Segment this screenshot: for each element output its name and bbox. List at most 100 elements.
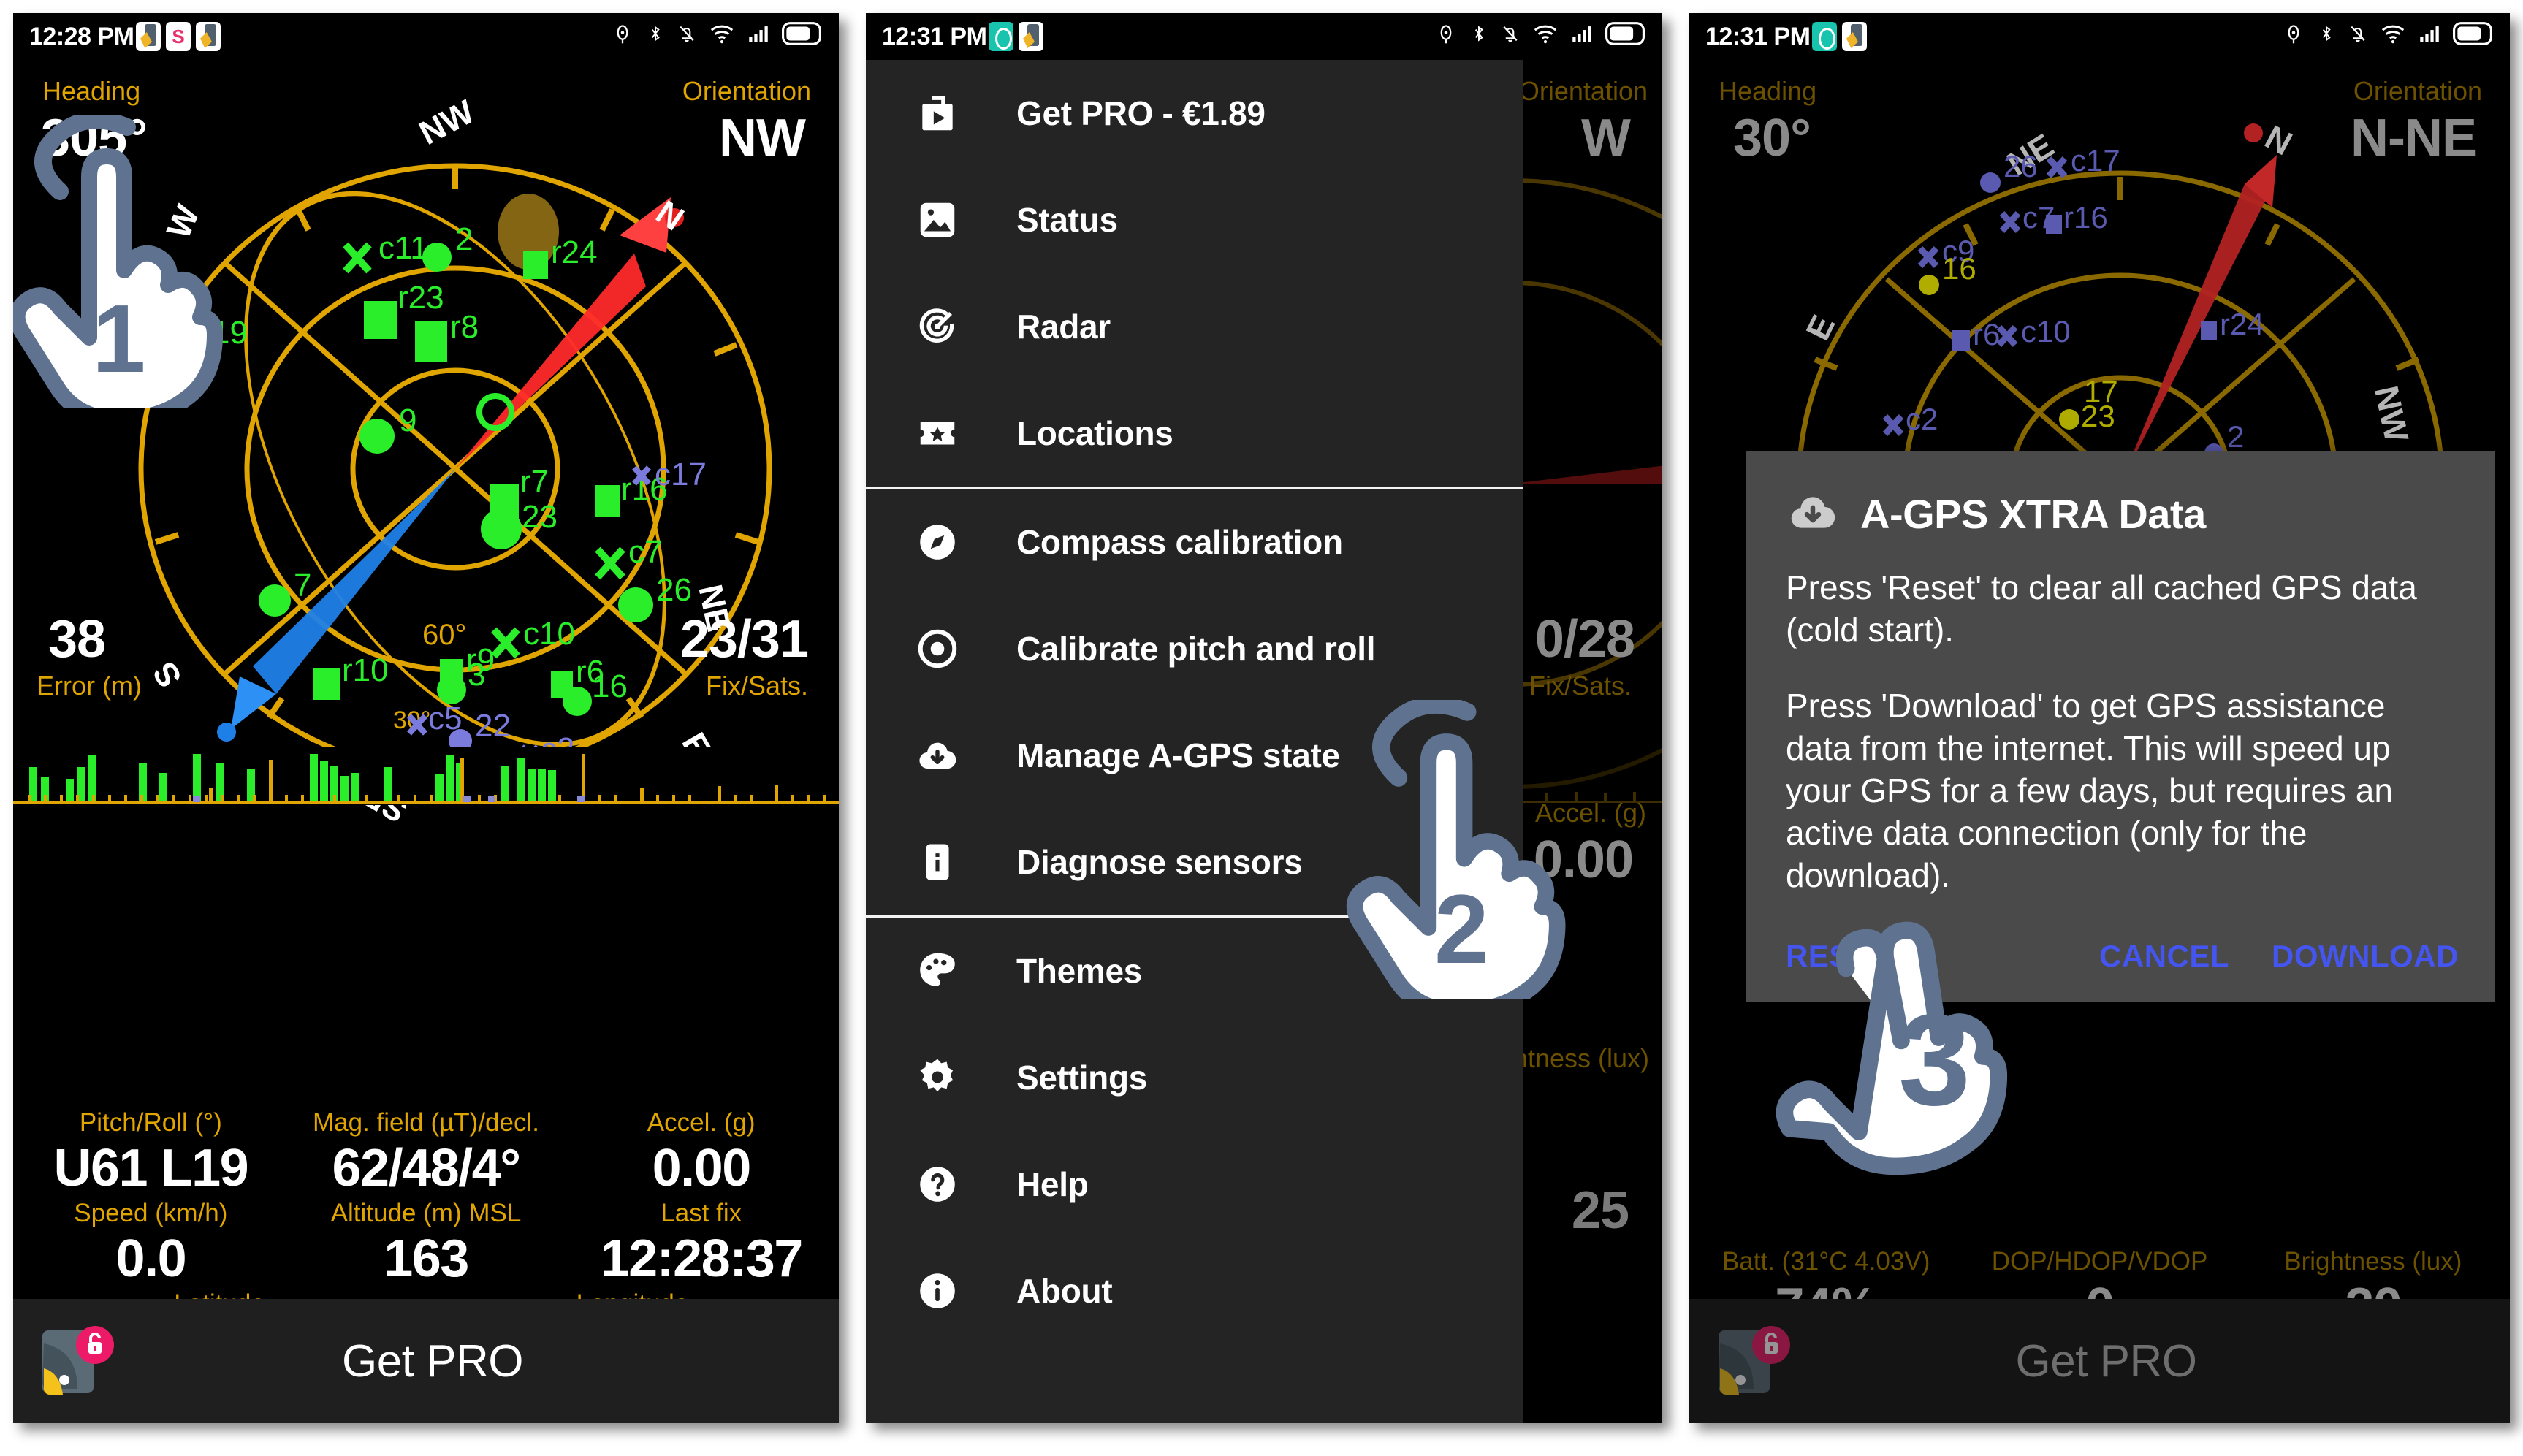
screenshot-root: 12:28 PM Heading 305° Orientation NW [0,0,2523,1456]
get-pro-bar-1[interactable]: Get PRO [13,1299,839,1423]
bluetooth-icon [651,26,660,42]
data-row: Pitch/Roll (°) U61 L19 Mag. field (µT)/d… [13,1106,839,1197]
compass-screen-1[interactable]: Heading 305° Orientation NW 60° 30° NW W… [13,60,839,1106]
wifi-icon [1534,25,1557,44]
sky-plot-compass[interactable]: 60° 30° NW W N NE E SE S c11 2 r24 r [57,89,795,827]
battery-icon [2453,22,2492,45]
get-pro-label: Get PRO [2015,1335,2197,1387]
menu-item-about[interactable]: About [866,1238,1523,1344]
menu-item-label: Settings [1016,1059,1148,1097]
reset-button[interactable]: RESET [1786,939,1890,974]
svg-text:9: 9 [399,403,416,438]
agps-xtra-dialog[interactable]: A-GPS XTRA Data Press 'Reset' to clear a… [1746,451,2495,1002]
accel-value: 0.00 [1533,831,1634,889]
wifi-icon [710,25,734,44]
wifi-icon [2381,25,2405,44]
gps-test-app-icon [989,22,1013,51]
menu-item-help[interactable]: Help [866,1131,1523,1238]
menu-item-label: Get PRO - €1.89 [1016,94,1266,132]
image-icon [911,194,964,246]
menu-item-status[interactable]: Status [866,167,1523,273]
svg-text:2: 2 [455,221,473,257]
signal-icon [749,26,768,42]
navigation-drawer[interactable]: Get PRO - €1.89 Status Radar Locations C… [866,60,1523,1423]
data-value: 0.0 [115,1230,187,1288]
get-pro-bar-3[interactable]: Get PRO [1689,1299,2510,1423]
location-icon [2288,25,2299,44]
svg-text:22: 22 [475,708,511,744]
svg-text:c17: c17 [655,457,707,492]
dialog-actions: RESET CANCEL DOWNLOAD [1746,930,2495,1002]
mute-icon [2351,26,2365,42]
phone-panel-2: 12:31 PM Orientation W 0/28 Fix/Sats. Ac… [866,13,1662,1423]
cloud-download-icon [1786,485,1840,543]
download-button[interactable]: DOWNLOAD [2272,939,2459,974]
palette-icon [911,945,964,997]
s-app-icon [166,22,191,51]
data-cell-altitude: Altitude (m) MSL 163 [289,1197,564,1287]
svg-text:16: 16 [1942,251,1976,286]
fix-sats-value: 23/31 [680,610,809,668]
app-notification-icon [136,22,161,51]
app-notification-icon [196,22,221,51]
svg-text:c2: c2 [1906,402,1938,436]
get-pro-label: Get PRO [341,1335,524,1387]
svg-text:23: 23 [522,499,558,535]
menu-item-diagnose-sensors[interactable]: Diagnose sensors [866,809,1523,915]
app-logo-icon [26,1317,121,1405]
menu-item-label: About [1016,1272,1113,1310]
svg-text:r16: r16 [2063,200,2108,235]
data-key: Batt. (31°C 4.03V) [1721,1247,1930,1276]
svg-text:26: 26 [656,572,692,608]
menu-item-get-pro[interactable]: Get PRO - €1.89 [866,60,1523,167]
menu-item-themes[interactable]: Themes [866,918,1523,1024]
signal-icon [1572,26,1591,42]
dialog-paragraph: Press 'Download' to get GPS assistance d… [1786,687,2393,894]
svg-text:23: 23 [2081,399,2115,433]
menu-item-label: Help [1016,1165,1089,1203]
fix-sats-label: Fix/Sats. [705,671,808,701]
svg-text:c7: c7 [628,534,662,570]
data-key: DOP/HDOP/VDOP [1991,1247,2208,1276]
svg-text:r7: r7 [520,464,549,500]
menu-item-calibrate-pitch-roll[interactable]: Calibrate pitch and roll [866,595,1523,702]
data-value: 0.00 [652,1139,752,1197]
status-bar-time: 12:28 PM [29,23,134,50]
status-bar-time: 12:31 PM [1705,23,1811,50]
battery-icon [1605,22,1645,45]
svg-text:r6: r6 [1973,317,2000,351]
svg-text:60°: 60° [422,619,467,651]
menu-item-locations[interactable]: Locations [866,380,1523,487]
data-key: Last fix [661,1199,742,1227]
data-cell-mag-field: Mag. field (µT)/decl. 62/48/4° [289,1106,564,1197]
battery-icon [782,22,821,45]
menu-item-label: Radar [1016,308,1111,346]
svg-text:16: 16 [592,668,628,704]
status-bar-1: 12:28 PM [13,13,839,60]
cancel-button[interactable]: CANCEL [2099,939,2229,974]
status-bar-app-icons [989,22,1043,51]
gear-icon [911,1051,964,1104]
svg-text:NW: NW [2367,383,2416,446]
data-key: Mag. field (µT)/decl. [313,1108,539,1137]
error-label: Error (m) [37,671,142,701]
menu-item-settings[interactable]: Settings [866,1024,1523,1131]
menu-item-label: Themes [1016,952,1143,990]
location-icon [617,25,628,44]
svg-text:19: 19 [212,315,248,351]
menu-item-label: Manage A-GPS state [1016,736,1340,774]
sensor-data-grid-3: Batt. (31°C 4.03V) 74% DOP/HDOP/VDOP 0 B… [1689,1106,2510,1335]
gps-test-app-icon [1812,22,1837,51]
phone-info-icon [911,836,964,888]
svg-text:c10: c10 [523,616,575,652]
svg-text:r10: r10 [342,652,389,688]
menu-item-compass-calibration[interactable]: Compass calibration [866,489,1523,595]
menu-item-manage-agps[interactable]: Manage A-GPS state [866,702,1523,809]
phone-panel-1: 12:28 PM Heading 305° Orientation NW [13,13,839,1423]
svg-text:W: W [159,199,207,243]
svg-text:26: 26 [2003,149,2038,183]
menu-item-radar[interactable]: Radar [866,273,1523,380]
question-icon [911,1158,964,1211]
satellite-signal-chart [13,747,839,805]
status-bar-app-icons [136,22,221,51]
